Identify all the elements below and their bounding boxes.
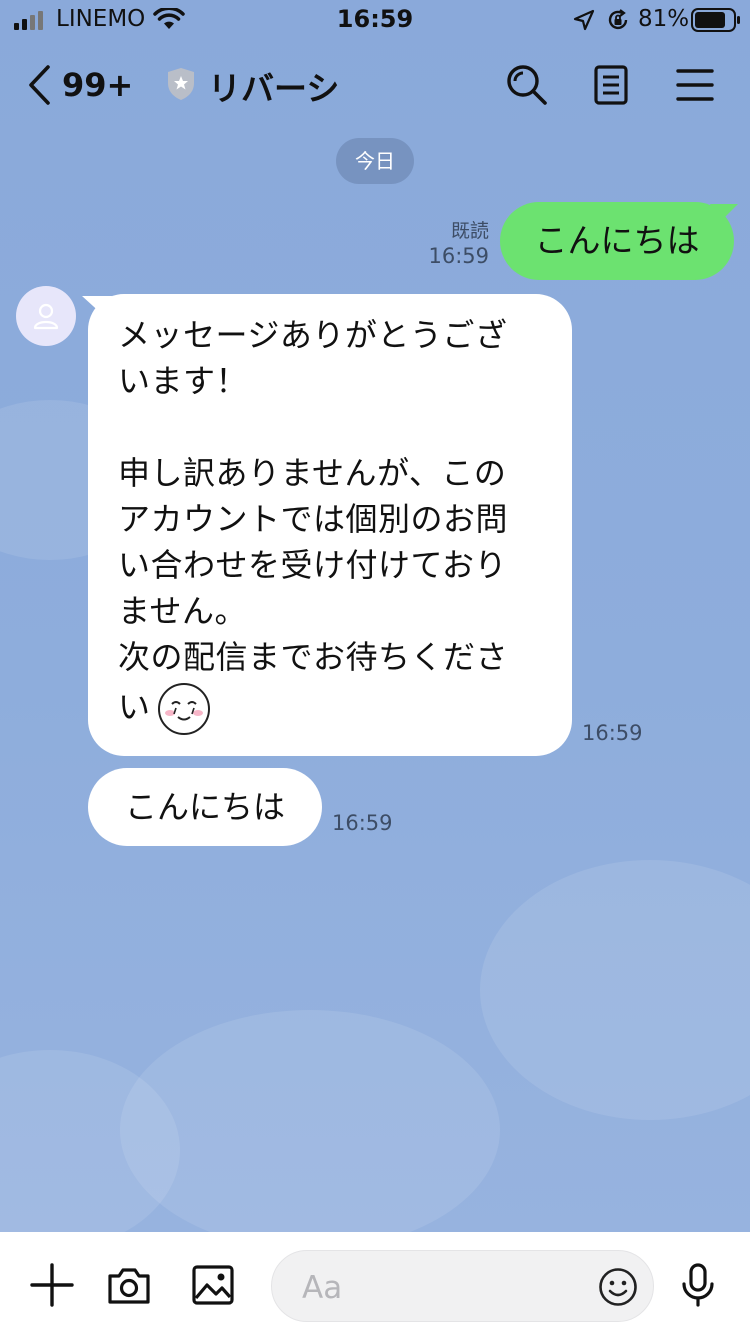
image-icon <box>192 1265 234 1305</box>
voice-button[interactable] <box>675 1262 721 1308</box>
unread-count: 99+ <box>62 66 134 104</box>
message-time: 16:59 <box>582 721 643 745</box>
location-arrow-icon <box>573 9 595 31</box>
notes-icon <box>594 65 628 105</box>
microphone-icon <box>682 1263 714 1307</box>
smiling-face-emoji-icon <box>157 683 210 735</box>
message-line: 次の配信までお待ちくださ <box>118 638 509 676</box>
battery-percent: 81% <box>638 6 690 32</box>
notes-button[interactable] <box>588 62 634 108</box>
message-last-line: い <box>118 680 548 735</box>
message-line: メッセージありがとうござ <box>118 316 508 354</box>
chevron-left-icon <box>29 65 50 105</box>
message-line: 申し訳ありませんが、この <box>118 454 507 492</box>
battery-icon <box>691 8 740 32</box>
date-separator: 今日 <box>336 138 414 184</box>
menu-icon <box>676 69 714 101</box>
message-line: います！ <box>118 362 249 400</box>
outgoing-message-bubble[interactable]: こんにちは <box>500 202 734 280</box>
back-button[interactable]: 99+ <box>26 62 136 108</box>
rotation-lock-icon <box>608 9 628 30</box>
incoming-message-bubble[interactable]: メッセージありがとうござ います！ 申し訳ありませんが、この アカウントでは個別… <box>88 294 572 756</box>
message-line: ません。 <box>118 592 248 630</box>
message-line: アカウントでは個別のお問 <box>118 500 509 538</box>
avatar[interactable] <box>16 286 76 346</box>
search-icon <box>507 65 547 105</box>
user-silhouette-icon <box>33 303 59 330</box>
camera-icon <box>108 1268 150 1304</box>
menu-button[interactable] <box>672 62 718 108</box>
message-input[interactable] <box>300 1265 594 1311</box>
message-line <box>118 404 548 450</box>
message-line: い合わせを受け付けており <box>118 546 508 584</box>
message-line: い <box>118 688 151 726</box>
status-bar: LINEMO 16:59 81% <box>0 0 750 40</box>
chat-header: 99+ リバーシ <box>0 40 750 130</box>
search-button[interactable] <box>504 62 550 108</box>
plus-icon <box>30 1263 74 1307</box>
image-button[interactable] <box>190 1262 236 1308</box>
chat-title: リバーシ <box>208 69 340 108</box>
camera-button[interactable] <box>106 1262 152 1308</box>
emoji-smile-icon[interactable] <box>598 1267 638 1307</box>
official-shield-icon <box>168 68 194 100</box>
message-input-box[interactable] <box>271 1250 654 1322</box>
add-button[interactable] <box>29 1262 75 1308</box>
message-composer-bar <box>0 1232 750 1334</box>
incoming-message-bubble[interactable]: こんにちは <box>88 768 322 846</box>
message-time: 16:59 <box>428 244 489 268</box>
read-receipt: 既読 <box>450 220 489 242</box>
message-time: 16:59 <box>332 811 393 835</box>
